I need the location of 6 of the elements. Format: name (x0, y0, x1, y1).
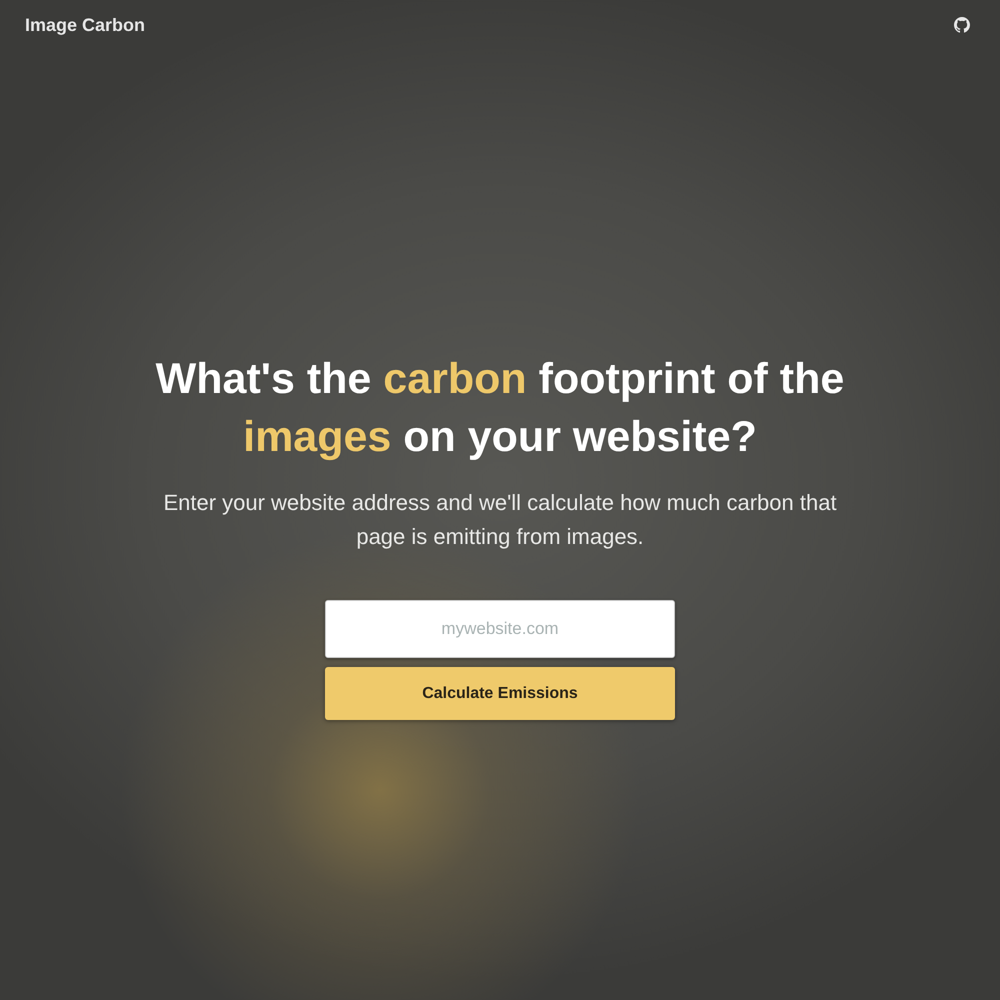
url-field[interactable]: mywebsite.com (325, 600, 675, 658)
github-icon[interactable] (954, 17, 970, 33)
hero-description: Enter your website address and we'll calculate how much carbon that page is emitting from images. (162, 489, 838, 551)
site-title[interactable]: Image Carbon (25, 14, 146, 36)
hero-heading: What's the carbon footprint of the images on your website? (154, 354, 846, 463)
calculate-button[interactable]: Calculate Emissions (325, 667, 675, 720)
